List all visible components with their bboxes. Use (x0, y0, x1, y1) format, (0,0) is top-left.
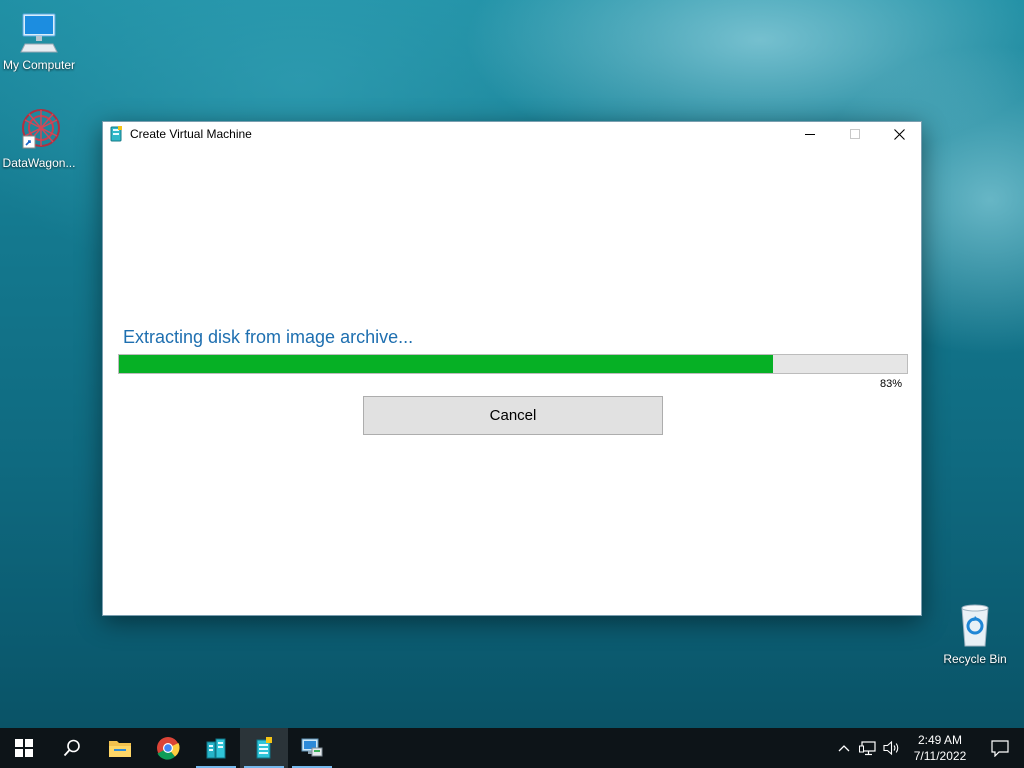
minimize-icon (804, 134, 815, 135)
search-icon (63, 739, 80, 757)
clock-time: 2:49 AM (917, 733, 963, 747)
start-button[interactable] (0, 728, 48, 768)
create-vm-app-icon (109, 126, 123, 142)
create-vm-window: Create Virtual Machine Extracting disk f… (102, 121, 922, 616)
desktop-icon-label: My Computer (2, 58, 76, 72)
taskbar-file-explorer[interactable] (96, 728, 144, 768)
clock[interactable]: 2:49 AM 7/11/2022 (904, 728, 976, 768)
network-icon (859, 741, 876, 756)
progress-bar-fill (119, 355, 774, 373)
notification-icon (991, 739, 1009, 757)
chevron-up-icon (838, 745, 850, 752)
volume-button[interactable] (880, 728, 904, 768)
clock-date: 7/11/2022 (913, 749, 967, 763)
action-center-button[interactable] (976, 728, 1024, 768)
status-message: Extracting disk from image archive... (123, 327, 414, 347)
network-button[interactable] (856, 728, 880, 768)
title-bar[interactable]: Create Virtual Machine (103, 122, 921, 146)
cancel-button[interactable]: Cancel (363, 396, 663, 435)
desktop-icon-my-computer[interactable]: My Computer (0, 8, 78, 72)
speaker-icon (883, 740, 899, 756)
maximize-icon (849, 129, 860, 139)
recycle-bin-icon (951, 602, 999, 650)
taskbar-server-manager[interactable] (192, 728, 240, 768)
desktop-icon-recycle-bin[interactable]: Recycle Bin (936, 602, 1014, 666)
computer-icon (15, 8, 63, 56)
search-button[interactable] (48, 728, 96, 768)
taskbar: 2:49 AM 7/11/2022 (0, 728, 1024, 768)
desktop-icon-datawagon[interactable]: DataWagon... (0, 106, 78, 170)
server-manager-icon (206, 738, 226, 759)
taskbar-create-vm-app[interactable] (240, 728, 288, 768)
show-hidden-icons-button[interactable] (832, 728, 856, 768)
progress-bar (118, 354, 908, 374)
minimize-button[interactable] (787, 122, 832, 146)
datawagon-icon (15, 106, 63, 154)
close-button[interactable] (877, 122, 922, 146)
close-icon (894, 128, 905, 140)
file-explorer-icon (109, 741, 131, 757)
create-vm-app-icon (256, 737, 272, 759)
taskbar-remote-desktop[interactable] (288, 728, 336, 768)
window-title: Create Virtual Machine (130, 127, 252, 141)
taskbar-chrome[interactable] (144, 728, 192, 768)
system-tray: 2:49 AM 7/11/2022 (832, 728, 1024, 768)
chrome-icon (157, 737, 180, 760)
maximize-button[interactable] (832, 122, 877, 146)
remote-desktop-icon (301, 738, 323, 757)
desktop-icon-label: DataWagon... (2, 156, 76, 170)
windows-start-icon (15, 739, 33, 757)
progress-percent-label: 83% (879, 378, 902, 390)
desktop-icon-label: Recycle Bin (943, 652, 1007, 666)
